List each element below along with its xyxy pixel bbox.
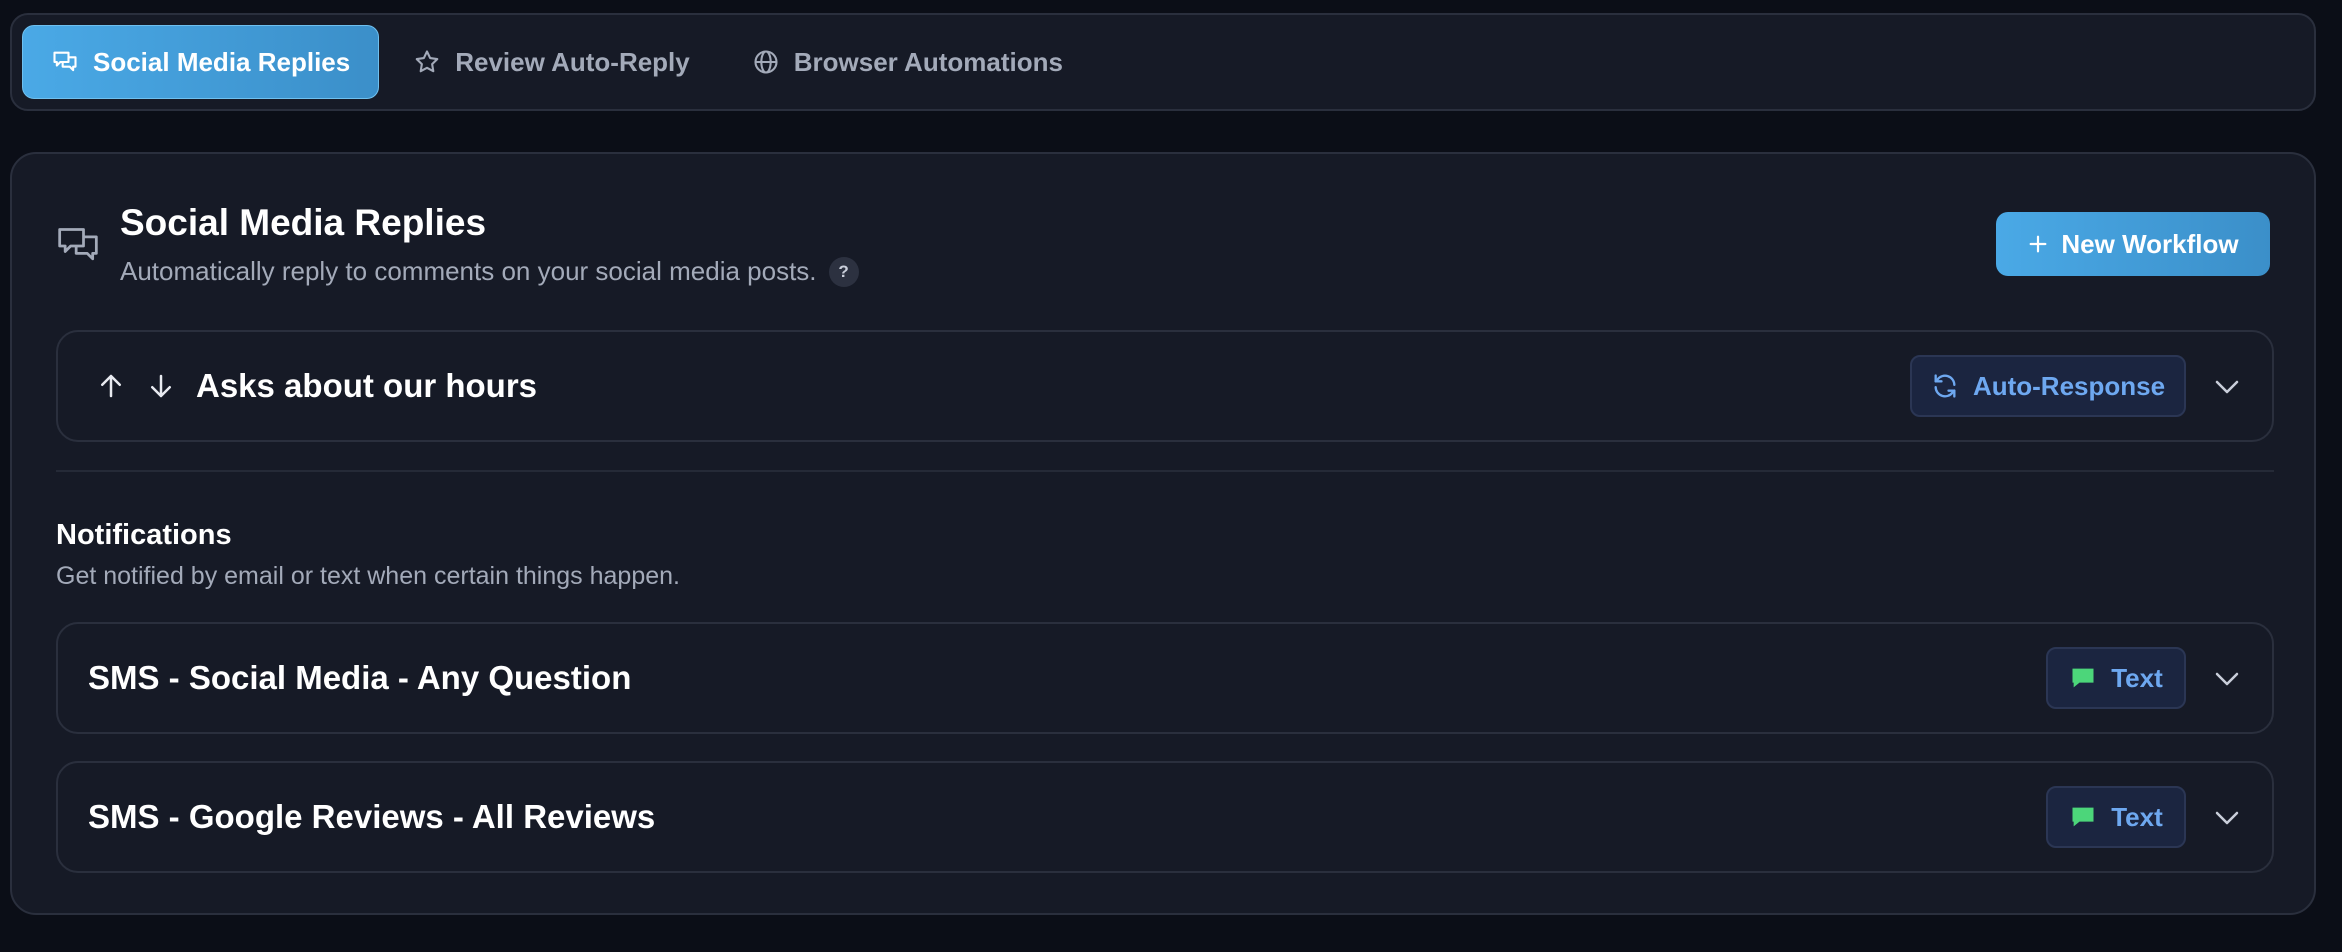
badge-label: Text: [2111, 801, 2163, 832]
star-icon: [415, 50, 439, 73]
tab-label: Browser Automations: [793, 46, 1063, 77]
tab-bar: Social Media Replies Review Auto-Reply B…: [10, 13, 2316, 111]
tab-label: Social Media Replies: [93, 46, 351, 77]
tab-social-media-replies[interactable]: Social Media Replies: [22, 25, 380, 99]
chat-bubbles-icon: [58, 228, 98, 261]
arrow-down-icon[interactable]: [146, 371, 176, 401]
subtitle-text: Automatically reply to comments on your …: [120, 256, 817, 286]
text-badge[interactable]: Text: [2046, 786, 2186, 848]
plus-icon: [2029, 235, 2047, 253]
workflow-card[interactable]: Asks about our hours Auto-Response: [56, 330, 2274, 442]
badge-label: Text: [2111, 662, 2163, 693]
page-title: Social Media Replies: [120, 202, 487, 243]
page-subtitle: Automatically reply to comments on your …: [120, 256, 859, 287]
arrow-up-icon[interactable]: [96, 371, 126, 401]
refresh-icon: [1934, 374, 1956, 398]
notification-card[interactable]: SMS - Social Media - Any Question Text: [56, 622, 2274, 734]
section-divider: [56, 470, 2274, 472]
help-icon[interactable]: ?: [828, 256, 859, 287]
chevron-down-icon[interactable]: [2212, 372, 2242, 402]
auto-response-badge[interactable]: Auto-Response: [1910, 355, 2186, 417]
tab-browser-automations[interactable]: Browser Automations: [724, 25, 1091, 99]
chat-bubbles-icon: [53, 51, 77, 72]
tab-label: Review Auto-Reply: [455, 46, 690, 77]
notifications-title: Notifications: [56, 519, 232, 551]
tab-review-auto-reply[interactable]: Review Auto-Reply: [385, 25, 718, 99]
badge-label: Auto-Response: [1972, 370, 2166, 401]
text-badge[interactable]: Text: [2046, 647, 2186, 709]
notification-label: SMS - Google Reviews - All Reviews: [88, 798, 656, 835]
social-media-replies-panel: Social Media Replies Automatically reply…: [10, 152, 2316, 915]
workflow-label: Asks about our hours: [196, 367, 538, 404]
message-icon: [2072, 807, 2094, 827]
chevron-down-icon[interactable]: [2212, 803, 2242, 833]
message-icon: [2072, 668, 2094, 688]
chevron-down-icon[interactable]: [2212, 664, 2242, 694]
notification-card[interactable]: SMS - Google Reviews - All Reviews Text: [56, 761, 2274, 873]
notifications-subtitle: Get notified by email or text when certa…: [56, 562, 680, 590]
notification-label: SMS - Social Media - Any Question: [88, 659, 632, 696]
globe-icon: [754, 50, 778, 74]
new-workflow-button[interactable]: New Workflow: [1996, 212, 2270, 276]
new-workflow-label: New Workflow: [2061, 228, 2239, 259]
